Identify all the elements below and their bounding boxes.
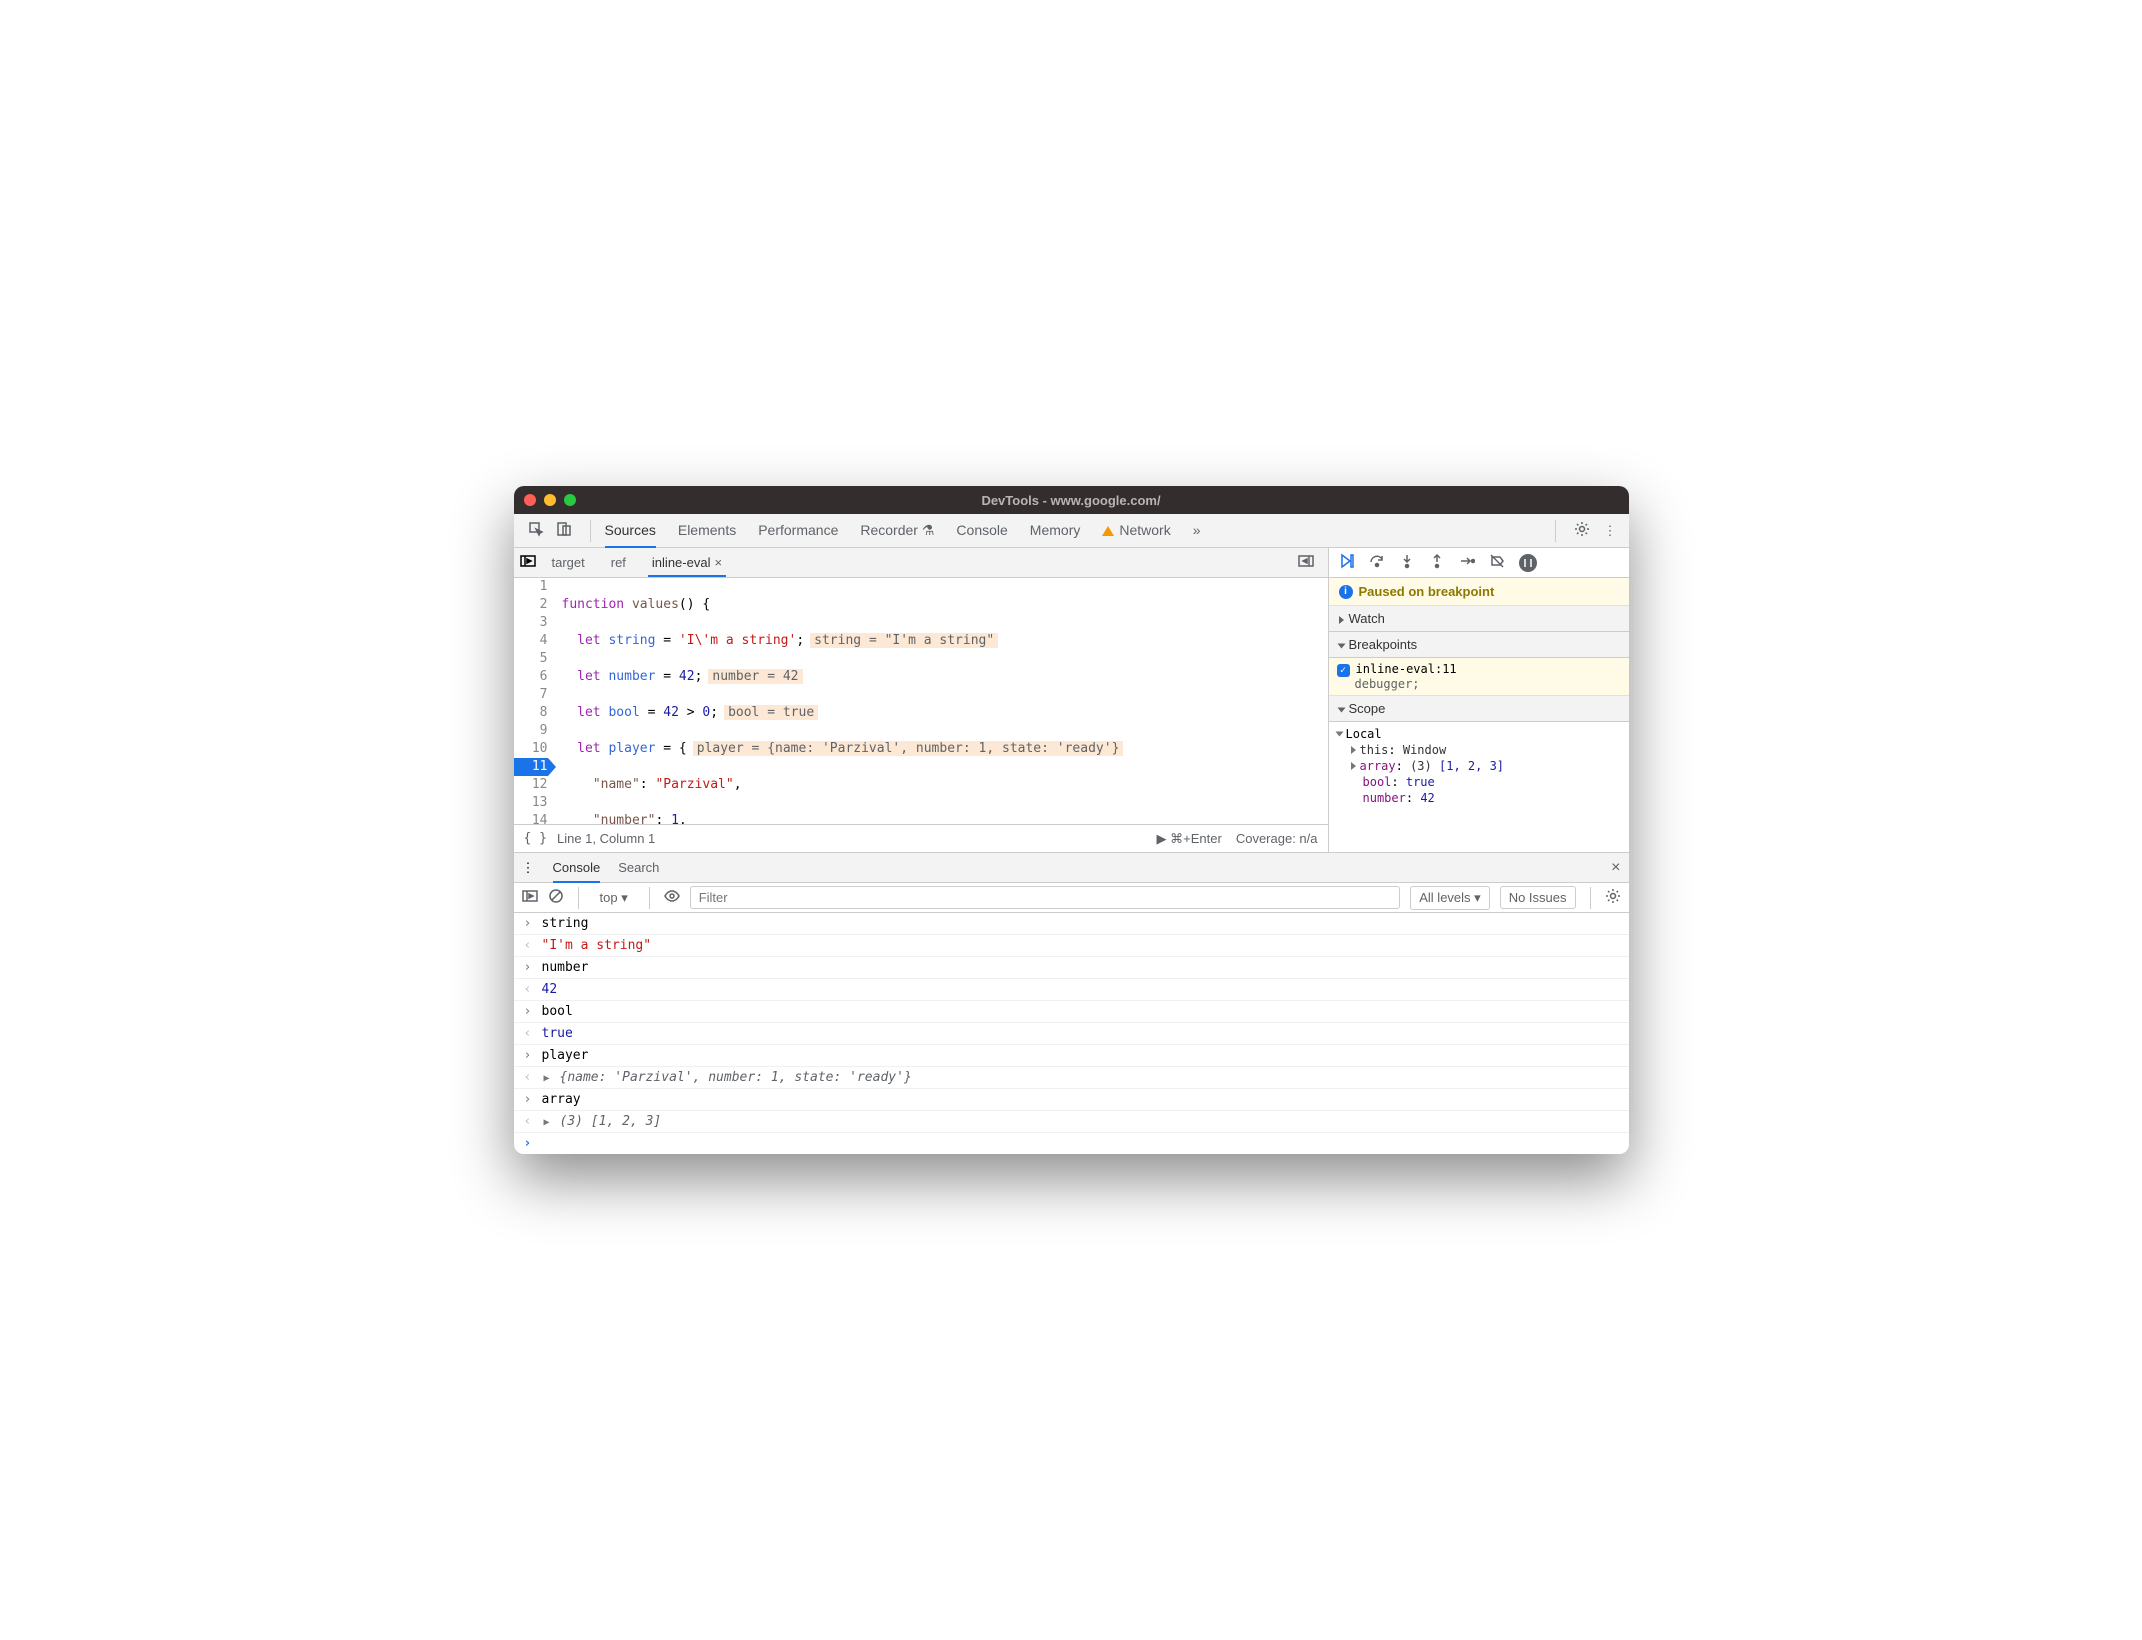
step-out-button[interactable] (1429, 553, 1445, 572)
window-title: DevTools - www.google.com/ (514, 493, 1629, 508)
flask-icon: ⚗ (922, 522, 935, 538)
tab-performance[interactable]: Performance (758, 514, 838, 547)
step-button[interactable] (1459, 553, 1475, 572)
cursor-position: Line 1, Column 1 (557, 831, 655, 846)
file-tab-target[interactable]: target (542, 549, 595, 576)
debugger-sidebar: i Paused on breakpoint Watch Breakpoints… (1329, 548, 1629, 852)
drawer-tab-search[interactable]: Search (618, 853, 659, 882)
breakpoint-item[interactable]: ✓ inline-eval:11 debugger; (1329, 658, 1629, 696)
breakpoint-code: debugger; (1355, 677, 1420, 691)
kebab-menu-icon[interactable]: ⋮ (1604, 523, 1617, 539)
close-tab-icon[interactable]: × (714, 555, 722, 570)
deactivate-breakpoints-button[interactable] (1489, 553, 1505, 572)
code-editor[interactable]: 1234567891011121314 function values() { … (514, 578, 1328, 824)
tab-elements[interactable]: Elements (678, 514, 736, 547)
expand-object-icon[interactable] (542, 1070, 560, 1085)
pretty-print-button[interactable]: { } (524, 831, 547, 846)
inline-value-annotation: player = {name: 'Parzival', number: 1, s… (693, 741, 1124, 756)
log-levels-dropdown[interactable]: All levels ▾ (1410, 886, 1489, 910)
warning-icon (1102, 526, 1114, 536)
info-icon: i (1339, 585, 1353, 599)
run-snippet-button[interactable]: ▶ ⌘+Enter (1157, 831, 1222, 847)
context-selector[interactable]: top ▾ (593, 887, 635, 909)
tab-sources[interactable]: Sources (605, 514, 656, 547)
watch-section-header[interactable]: Watch (1329, 606, 1629, 632)
step-over-button[interactable] (1369, 553, 1385, 572)
close-drawer-icon[interactable]: × (1611, 859, 1620, 877)
filter-input[interactable] (690, 886, 1401, 909)
tab-network[interactable]: Network (1102, 514, 1170, 547)
editor-status-bar: { } Line 1, Column 1 ▶ ⌘+Enter Coverage:… (514, 824, 1328, 852)
live-expression-icon[interactable] (664, 888, 680, 907)
current-execution-line: 11 (514, 758, 548, 776)
issues-button[interactable]: No Issues (1500, 886, 1576, 909)
main-toolbar: Sources Elements Performance Recorder ⚗ … (514, 514, 1629, 548)
console-input-line: string (542, 916, 589, 931)
console-sidebar-toggle-icon[interactable] (522, 888, 538, 907)
titlebar: DevTools - www.google.com/ (514, 486, 1629, 514)
drawer-tab-console[interactable]: Console (553, 853, 601, 882)
inline-value-annotation: number = 42 (708, 669, 802, 684)
resume-button[interactable] (1339, 553, 1355, 572)
console-input-line: array (542, 1092, 581, 1107)
file-tab-inline-eval[interactable]: inline-eval× (642, 549, 732, 576)
tab-recorder[interactable]: Recorder ⚗ (860, 514, 934, 547)
breakpoint-location: inline-eval:11 (1356, 662, 1457, 676)
console-output-line: 42 (542, 982, 558, 997)
console-output[interactable]: string "I'm a string" number 42 bool tru… (514, 913, 1629, 1154)
show-navigator-icon[interactable] (520, 553, 536, 572)
paused-message: Paused on breakpoint (1359, 584, 1495, 599)
inspect-element-icon[interactable] (528, 521, 544, 540)
device-toolbar-icon[interactable] (556, 521, 572, 540)
file-tab-label: inline-eval (652, 555, 711, 570)
breakpoint-checkbox[interactable]: ✓ (1337, 664, 1350, 677)
debugger-controls (1329, 548, 1629, 578)
scope-tree[interactable]: Local this: Window array: (3) [1, 2, 3] … (1329, 722, 1629, 810)
drawer-kebab-icon[interactable]: ⋮ (522, 860, 535, 876)
console-input-line: bool (542, 1004, 573, 1019)
console-output-line: true (542, 1026, 573, 1041)
tab-console[interactable]: Console (956, 514, 1007, 547)
devtools-window: DevTools - www.google.com/ Sources Eleme… (514, 486, 1629, 1154)
file-tab-ref[interactable]: ref (601, 549, 636, 576)
inline-value-annotation: bool = true (724, 705, 818, 720)
console-settings-icon[interactable] (1605, 888, 1621, 907)
step-into-button[interactable] (1399, 553, 1415, 572)
breakpoints-section-header[interactable]: Breakpoints (1329, 632, 1629, 658)
file-tabs: target ref inline-eval× (514, 548, 1328, 578)
console-output-line[interactable]: {name: 'Parzival', number: 1, state: 're… (560, 1070, 912, 1085)
console-output-line: "I'm a string" (542, 938, 652, 953)
coverage-indicator[interactable]: Coverage: n/a (1236, 831, 1318, 847)
console-toolbar: top ▾ All levels ▾ No Issues (514, 883, 1629, 913)
console-input-line: player (542, 1048, 589, 1063)
console-prompt[interactable] (514, 1133, 1629, 1154)
inline-value-annotation: string = "I'm a string" (810, 633, 998, 648)
console-input-line: number (542, 960, 589, 975)
more-file-tabs-icon[interactable] (1298, 553, 1322, 572)
drawer-tabs: ⋮ Console Search × (514, 853, 1629, 883)
pause-on-exceptions-button[interactable] (1519, 554, 1537, 572)
scope-local-label[interactable]: Local (1346, 727, 1382, 741)
tab-memory[interactable]: Memory (1030, 514, 1081, 547)
line-gutter: 1234567891011121314 (514, 578, 554, 824)
expand-object-icon[interactable] (542, 1114, 560, 1129)
scope-section-header[interactable]: Scope (1329, 696, 1629, 722)
paused-status-banner: i Paused on breakpoint (1329, 578, 1629, 606)
clear-console-icon[interactable] (548, 888, 564, 907)
console-output-line[interactable]: (3) [1, 2, 3] (560, 1114, 662, 1129)
code-content[interactable]: function values() { let string = 'I\'m a… (554, 578, 1328, 824)
settings-gear-icon[interactable] (1574, 521, 1590, 540)
more-tabs-button[interactable]: » (1193, 514, 1201, 547)
